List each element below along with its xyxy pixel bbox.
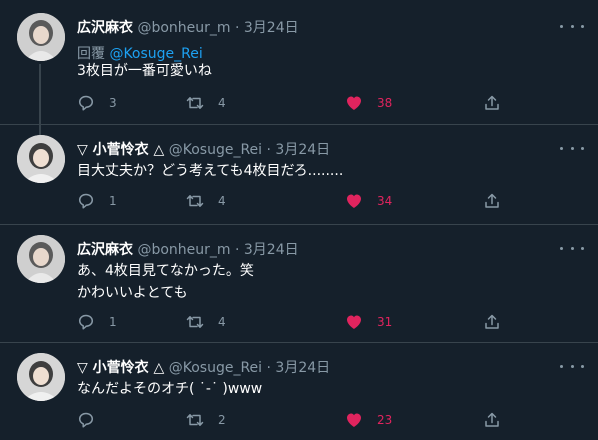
share-icon [485, 314, 499, 329]
tweet-header: ▽ 小菅怜衣 △ @Kosuge_Rei · 3月24日 [77, 139, 330, 159]
share-icon [485, 412, 499, 427]
reply-icon [78, 412, 94, 428]
like-count: 38 [377, 96, 393, 110]
retweet-button[interactable]: 4 [186, 191, 226, 211]
like-button[interactable]: 34 [345, 191, 392, 211]
like-count: 31 [377, 315, 393, 329]
more-icon[interactable] [560, 358, 584, 374]
tweet-text: なんだよそのオチ( ˙-˙ )www [77, 381, 263, 397]
reply-icon [78, 95, 94, 111]
retweet-icon [186, 316, 204, 328]
retweet-button[interactable]: 4 [186, 93, 226, 113]
display-name[interactable]: ▽ 小菅怜衣 △ [77, 142, 164, 158]
heart-icon [347, 96, 361, 110]
tweet-actions: 3 4 38 [77, 93, 577, 113]
reply-icon [78, 193, 94, 209]
heart-icon [347, 315, 361, 329]
display-name[interactable]: 広沢麻衣 [77, 242, 133, 258]
divider [0, 224, 598, 225]
retweet-icon [186, 97, 204, 109]
tweet[interactable]: 広沢麻衣 @bonheur_m · 3月24日 回覆 @Kosuge_Rei 3… [0, 12, 598, 136]
separator: · [266, 360, 271, 376]
retweet-button[interactable]: 2 [186, 410, 226, 430]
like-count: 23 [377, 413, 393, 427]
avatar[interactable] [17, 135, 65, 183]
tweet[interactable]: ▽ 小菅怜衣 △ @Kosuge_Rei · 3月24日 目大丈夫か？どう考えて… [0, 134, 598, 214]
share-button[interactable] [483, 312, 501, 332]
tweet-actions: 1 4 31 [77, 312, 577, 332]
handle[interactable]: @bonheur_m [137, 242, 230, 258]
heart-icon [347, 194, 361, 208]
reply-count: 3 [109, 96, 117, 110]
retweet-icon [186, 414, 204, 426]
tweet-header: 広沢麻衣 @bonheur_m · 3月24日 [77, 239, 299, 259]
like-button[interactable]: 23 [345, 410, 392, 430]
tweet[interactable]: 広沢麻衣 @bonheur_m · 3月24日 あ、4枚目見てなかった。笑 かわ… [0, 234, 598, 334]
tweet-text: あ、4枚目見てなかった。笑 かわいいよとても [77, 263, 254, 301]
reply-button[interactable] [77, 410, 109, 430]
avatar[interactable] [17, 235, 65, 283]
tweet-header: ▽ 小菅怜衣 △ @Kosuge_Rei · 3月24日 [77, 357, 330, 377]
retweet-icon [186, 195, 204, 207]
display-name[interactable]: ▽ 小菅怜衣 △ [77, 360, 164, 376]
heart-icon [347, 413, 361, 427]
retweet-count: 4 [218, 194, 226, 208]
handle[interactable]: @bonheur_m [137, 20, 230, 36]
reply-button[interactable]: 3 [77, 93, 117, 113]
share-icon [485, 95, 499, 110]
share-button[interactable] [483, 410, 501, 430]
reply-count: 1 [109, 194, 117, 208]
thread-line [39, 64, 41, 136]
retweet-count: 4 [218, 96, 226, 110]
reply-count: 1 [109, 315, 117, 329]
separator: · [234, 242, 240, 258]
conversation-thread: 広沢麻衣 @bonheur_m · 3月24日 回覆 @Kosuge_Rei 3… [0, 0, 598, 440]
avatar[interactable] [17, 13, 65, 61]
more-icon[interactable] [560, 240, 584, 256]
retweet-count: 2 [218, 413, 226, 427]
like-count: 34 [377, 194, 393, 208]
reply-button[interactable]: 1 [77, 312, 117, 332]
timestamp[interactable]: 3月24日 [244, 20, 299, 36]
tweet-text: 目大丈夫か？どう考えても4枚目だろ........ [77, 163, 344, 179]
share-button[interactable] [483, 191, 501, 211]
like-button[interactable]: 38 [345, 93, 392, 113]
avatar[interactable] [17, 353, 65, 401]
divider [0, 342, 598, 343]
share-button[interactable] [483, 93, 501, 113]
like-button[interactable]: 31 [345, 312, 392, 332]
tweet-actions: 2 23 [77, 410, 577, 430]
timestamp[interactable]: 3月24日 [275, 142, 330, 158]
reply-icon [78, 314, 94, 330]
handle[interactable]: @Kosuge_Rei [169, 142, 262, 158]
tweet-header: 広沢麻衣 @bonheur_m · 3月24日 [77, 17, 299, 37]
handle[interactable]: @Kosuge_Rei [169, 360, 262, 376]
timestamp[interactable]: 3月24日 [244, 242, 299, 258]
more-icon[interactable] [560, 140, 584, 156]
timestamp[interactable]: 3月24日 [275, 360, 330, 376]
retweet-button[interactable]: 4 [186, 312, 226, 332]
reply-button[interactable]: 1 [77, 191, 117, 211]
separator: · [266, 142, 271, 158]
retweet-count: 4 [218, 315, 226, 329]
tweet-text: 3枚目が一番可愛いね [77, 63, 212, 79]
tweet-actions: 1 4 34 [77, 191, 577, 211]
display-name[interactable]: 広沢麻衣 [77, 20, 133, 36]
more-icon[interactable] [560, 18, 584, 34]
divider [0, 124, 598, 125]
share-icon [485, 193, 499, 208]
separator: · [234, 20, 240, 36]
tweet[interactable]: ▽ 小菅怜衣 △ @Kosuge_Rei · 3月24日 なんだよそのオチ( ˙… [0, 352, 598, 432]
